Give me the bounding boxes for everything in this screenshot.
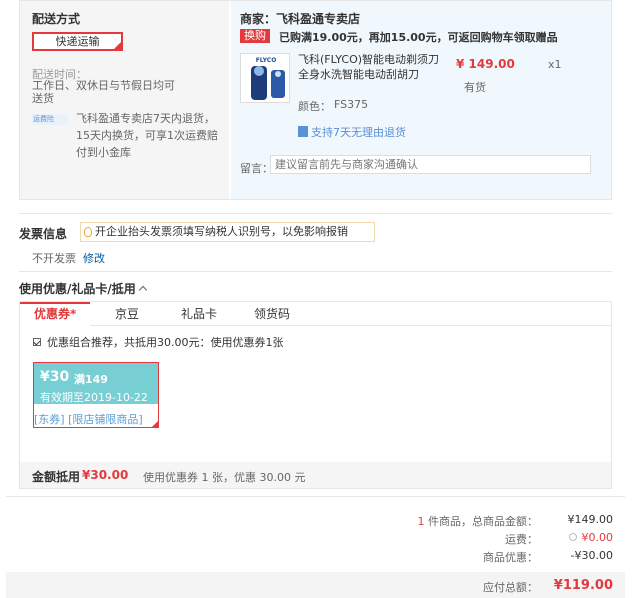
return-support-label: 支持7天无理由退货: [311, 126, 406, 139]
product-stock: 有货: [464, 81, 486, 94]
discount-footer-desc: 使用优惠券 1 张，优惠 30.00 元: [143, 471, 306, 484]
svg-text:FLYCO: FLYCO: [256, 57, 277, 64]
message-input[interactable]: [270, 155, 591, 174]
invoice-tip: 开企业抬头发票须填写纳税人识别号，以免影响报销: [80, 222, 375, 242]
lightbulb-icon: [84, 227, 92, 237]
coupon-amount: ¥30: [40, 369, 70, 385]
discount-title[interactable]: 使用优惠/礼品卡/抵用: [19, 280, 148, 297]
divider: [19, 271, 612, 272]
tab-coupon[interactable]: 优惠券*: [34, 305, 76, 322]
product-qty: x1: [548, 58, 562, 71]
shipping-method-label: 快递运输: [55, 35, 100, 48]
product-price: ¥ 149.00: [456, 57, 515, 71]
discount-tab-bar: [20, 302, 611, 326]
shipping-fee-label: 运费：: [505, 533, 538, 546]
shop-name[interactable]: 商家：飞科盈通专卖店: [240, 10, 360, 27]
invoice-title: 发票信息: [19, 227, 68, 241]
selected-corner-icon: [114, 42, 121, 49]
payable-label: 应付总额：: [483, 581, 538, 594]
message-label: 留言：: [240, 162, 273, 175]
info-circle-icon[interactable]: [568, 533, 577, 541]
goods-total-value: ¥149.00: [567, 513, 614, 526]
shaver-icon: FLYCO: [241, 54, 289, 102]
shield-icon: [298, 126, 308, 137]
color-value: FS375: [334, 98, 369, 111]
shipping-title: 配送方式: [32, 12, 81, 26]
item-count-label: 件商品，总商品金额：: [428, 515, 538, 528]
return-policy-text: 飞科盈通专卖店7天内退货，15天内换货，可享1次运费赔付到小金库: [76, 112, 218, 159]
shipping-time-value: 工作日、双休日与节假日均可送货: [32, 79, 175, 105]
discount-footer-label: 金额抵用: [32, 470, 81, 484]
chevron-up-icon: [138, 285, 148, 295]
tab-jingdou[interactable]: 京豆: [115, 305, 139, 322]
item-count: 1: [417, 515, 425, 528]
swap-badge: 换购: [240, 29, 270, 43]
product-name[interactable]: 飞科(FLYCO)智能电动剃须刀全身水洗智能电动刮胡刀: [298, 52, 448, 82]
discount-footer-amount: ¥30.00: [82, 468, 129, 482]
discount-label: 商品优惠：: [483, 551, 538, 564]
promo-text: 已购满19.00元，再加15.00元，可返回购物车领取赠品: [279, 31, 558, 44]
combo-text: 优惠组合推荐，共抵用30.00元：使用优惠券1张: [47, 336, 284, 349]
combo-checkbox[interactable]: [33, 338, 41, 346]
color-label: 颜色：: [298, 100, 331, 113]
tab-pickup-code[interactable]: 领货码: [254, 305, 290, 322]
payable-value: ¥119.00: [553, 578, 613, 593]
coupon-valid-date: 有效期至2019-10-22: [40, 391, 148, 404]
invoice-edit-link[interactable]: 修改: [83, 250, 105, 266]
divider: [6, 496, 625, 497]
tab-gift-card[interactable]: 礼品卡: [181, 305, 217, 322]
shipping-fee-amount: ¥0.00: [581, 531, 614, 544]
return-support[interactable]: 支持7天无理由退货: [298, 124, 406, 140]
divider: [19, 213, 612, 214]
discount-value: -¥30.00: [570, 549, 613, 562]
coupon-condition: 满149: [74, 373, 108, 386]
discount-title-text: 使用优惠/礼品卡/抵用: [19, 282, 136, 296]
yunfeixian-badge: 运费险: [32, 114, 68, 125]
selected-corner-icon: [151, 420, 159, 428]
shipping-method-button[interactable]: 快递运输: [32, 32, 123, 51]
product-image[interactable]: FLYCO: [240, 53, 290, 103]
goods-total-label: 1 件商品，总商品金额：: [418, 513, 539, 529]
shipping-fee-value: ¥0.00: [568, 531, 614, 544]
coupon-tag: [东券] [限店铺限商品]: [34, 413, 143, 426]
invoice-status: 不开发票: [32, 252, 76, 265]
invoice-tip-text: 开企业抬头发票须填写纳税人识别号，以免影响报销: [95, 225, 348, 238]
